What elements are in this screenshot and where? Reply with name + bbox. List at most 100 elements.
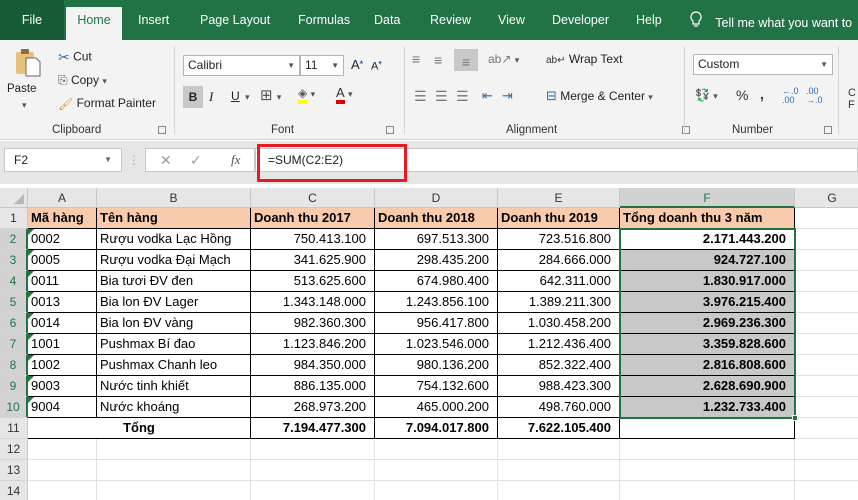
grand-total-cell[interactable]: 7.194.477.300 — [251, 418, 375, 439]
data-cell[interactable]: 1.243.856.100 — [375, 292, 498, 313]
increase-decimal-button[interactable]: ←.0.00 — [782, 87, 799, 105]
data-cell[interactable]: 341.625.900 — [251, 250, 375, 271]
column-header-f[interactable]: F — [620, 188, 795, 208]
data-cell[interactable]: 1.023.546.000 — [375, 334, 498, 355]
total-cell[interactable]: 2.969.236.300 — [620, 313, 795, 334]
data-cell[interactable]: Bia lon ĐV Lager — [97, 292, 251, 313]
empty-cell[interactable] — [251, 439, 375, 460]
tab-view[interactable]: View — [490, 11, 533, 40]
data-cell[interactable]: 674.980.400 — [375, 271, 498, 292]
empty-cell[interactable] — [795, 271, 858, 292]
total-cell[interactable]: 1.232.733.400 — [620, 397, 795, 418]
total-cell[interactable]: 1.830.917.000 — [620, 271, 795, 292]
empty-cell[interactable] — [620, 481, 795, 500]
data-cell[interactable]: 268.973.200 — [251, 397, 375, 418]
empty-cell[interactable] — [795, 229, 858, 250]
data-cell[interactable]: 980.136.200 — [375, 355, 498, 376]
data-cell[interactable]: 298.435.200 — [375, 250, 498, 271]
borders-button[interactable]: ⊞ ▾ — [260, 86, 281, 104]
header-cell[interactable]: Mã hàng — [28, 208, 97, 229]
data-cell[interactable]: 498.760.000 — [498, 397, 620, 418]
formula-bar-grip[interactable]: ⋮ — [128, 153, 140, 167]
data-cell[interactable]: 0011 — [28, 271, 97, 292]
row-header-1[interactable]: 1 — [0, 208, 28, 229]
accounting-format-button[interactable]: 💱 ▾ — [695, 88, 718, 102]
align-left-button[interactable]: ☰ — [414, 88, 427, 105]
tab-page-layout[interactable]: Page Layout — [192, 11, 278, 40]
empty-cell[interactable] — [795, 376, 858, 397]
font-size-select[interactable]: 11 ▼ — [300, 55, 344, 76]
data-cell[interactable]: 0002 — [28, 229, 97, 250]
middle-align-button[interactable]: ≡ — [434, 52, 442, 68]
data-cell[interactable]: 1.030.458.200 — [498, 313, 620, 334]
row-header-13[interactable]: 13 — [0, 460, 28, 481]
empty-cell[interactable] — [97, 439, 251, 460]
insert-function-icon[interactable]: fx — [231, 152, 240, 168]
underline-dropdown-icon[interactable]: ▾ — [245, 92, 250, 103]
empty-cell[interactable] — [375, 439, 498, 460]
data-cell[interactable]: 1.212.436.400 — [498, 334, 620, 355]
data-cell[interactable]: 9004 — [28, 397, 97, 418]
row-header-6[interactable]: 6 — [0, 313, 28, 334]
underline-button[interactable]: U — [231, 89, 240, 103]
empty-cell[interactable] — [251, 481, 375, 500]
data-cell[interactable]: 0014 — [28, 313, 97, 334]
row-header-3[interactable]: 3 — [0, 250, 28, 271]
header-cell[interactable]: Doanh thu 2019 — [498, 208, 620, 229]
decrease-font-size-button[interactable]: A▾ — [371, 59, 382, 73]
comma-style-button[interactable]: , — [760, 86, 764, 102]
data-cell[interactable]: Pushmax Chanh leo — [97, 355, 251, 376]
empty-cell[interactable] — [498, 460, 620, 481]
row-header-9[interactable]: 9 — [0, 376, 28, 397]
data-cell[interactable]: 886.135.000 — [251, 376, 375, 397]
orientation-button[interactable]: ab↗ ▾ — [488, 52, 519, 66]
data-cell[interactable]: 1.123.846.200 — [251, 334, 375, 355]
data-cell[interactable]: 697.513.300 — [375, 229, 498, 250]
row-header-4[interactable]: 4 — [0, 271, 28, 292]
data-cell[interactable]: 642.311.000 — [498, 271, 620, 292]
empty-cell[interactable] — [795, 292, 858, 313]
paste-dropdown-icon[interactable]: ▾ — [22, 100, 27, 111]
bold-button[interactable]: B — [183, 86, 203, 108]
enter-icon[interactable]: ✓ — [190, 152, 202, 169]
name-box[interactable]: F2 ▼ — [4, 148, 122, 172]
tab-developer[interactable]: Developer — [544, 11, 617, 40]
tab-formulas[interactable]: Formulas — [290, 11, 358, 40]
empty-cell[interactable] — [28, 460, 97, 481]
align-center-button[interactable]: ☰ — [435, 88, 448, 105]
row-header-14[interactable]: 14 — [0, 481, 28, 500]
wrap-text-button[interactable]: ab↵ Wrap Text — [546, 52, 622, 66]
data-cell[interactable]: 0005 — [28, 250, 97, 271]
fill-handle[interactable] — [792, 415, 798, 421]
top-align-button[interactable]: ≡ — [412, 51, 420, 67]
align-right-button[interactable]: ☰ — [456, 88, 469, 105]
empty-cell[interactable] — [620, 460, 795, 481]
empty-cell[interactable] — [795, 418, 858, 439]
row-header-8[interactable]: 8 — [0, 355, 28, 376]
total-cell[interactable]: 924.727.100 — [620, 250, 795, 271]
data-cell[interactable]: 723.516.800 — [498, 229, 620, 250]
bottom-align-button[interactable]: ≡ — [454, 49, 478, 71]
data-cell[interactable]: 1.389.211.300 — [498, 292, 620, 313]
column-header-a[interactable]: A — [28, 188, 97, 208]
data-cell[interactable]: Rượu vodka Đại Mạch — [97, 250, 251, 271]
empty-cell[interactable] — [620, 439, 795, 460]
decrease-decimal-button[interactable]: .00 →.0 — [806, 87, 823, 105]
font-dialog-launcher[interactable] — [386, 126, 394, 134]
empty-cell[interactable] — [375, 460, 498, 481]
total-cell[interactable]: 2.816.808.600 — [620, 355, 795, 376]
empty-cell[interactable] — [795, 208, 858, 229]
column-header-c[interactable]: C — [251, 188, 375, 208]
data-cell[interactable]: 1001 — [28, 334, 97, 355]
tell-me-search[interactable]: Tell me what you want to — [690, 11, 852, 30]
data-cell[interactable]: 754.132.600 — [375, 376, 498, 397]
data-cell[interactable]: 956.417.800 — [375, 313, 498, 334]
data-cell[interactable]: 9003 — [28, 376, 97, 397]
grand-total-cell[interactable]: 7.622.105.400 — [498, 418, 620, 439]
paste-button[interactable] — [14, 48, 42, 81]
total-cell[interactable]: 3.976.215.400 — [620, 292, 795, 313]
data-cell[interactable]: 465.000.200 — [375, 397, 498, 418]
row-header-12[interactable]: 12 — [0, 439, 28, 460]
row-header-7[interactable]: 7 — [0, 334, 28, 355]
data-cell[interactable]: 984.350.000 — [251, 355, 375, 376]
